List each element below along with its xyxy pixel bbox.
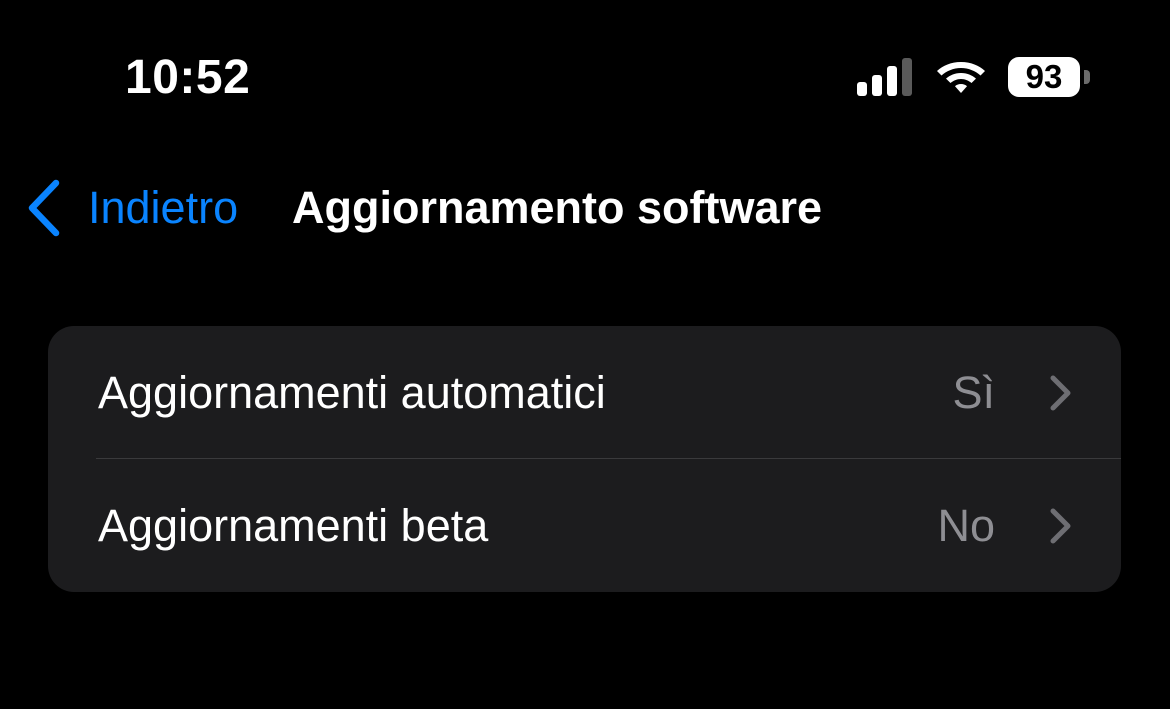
status-time: 10:52 [125, 51, 251, 104]
row-value: Sì [952, 367, 995, 418]
settings-row-beta-updates[interactable]: Aggiornamenti beta No [48, 459, 1121, 592]
settings-row-automatic-updates[interactable]: Aggiornamenti automatici Sì [48, 326, 1121, 459]
battery-icon: 93 [1008, 57, 1094, 97]
page-title: Aggiornamento software [292, 182, 823, 233]
chevron-right-icon [1050, 375, 1071, 411]
chevron-left-icon [28, 179, 60, 237]
settings-group: Aggiornamenti automatici Sì Aggiornament… [48, 326, 1121, 592]
battery-tip [1084, 70, 1090, 84]
wifi-icon [937, 62, 985, 93]
chevron-right-icon [1050, 508, 1071, 544]
back-button-label: Indietro [88, 182, 239, 233]
row-label: Aggiornamenti beta [98, 500, 489, 551]
back-button[interactable]: Indietro [24, 175, 238, 241]
row-label: Aggiornamenti automatici [98, 367, 606, 418]
cellular-signal-icon [857, 58, 912, 96]
row-value: No [937, 500, 995, 551]
battery-level: 93 [1025, 58, 1063, 95]
status-indicators: 93 [855, 56, 1095, 100]
